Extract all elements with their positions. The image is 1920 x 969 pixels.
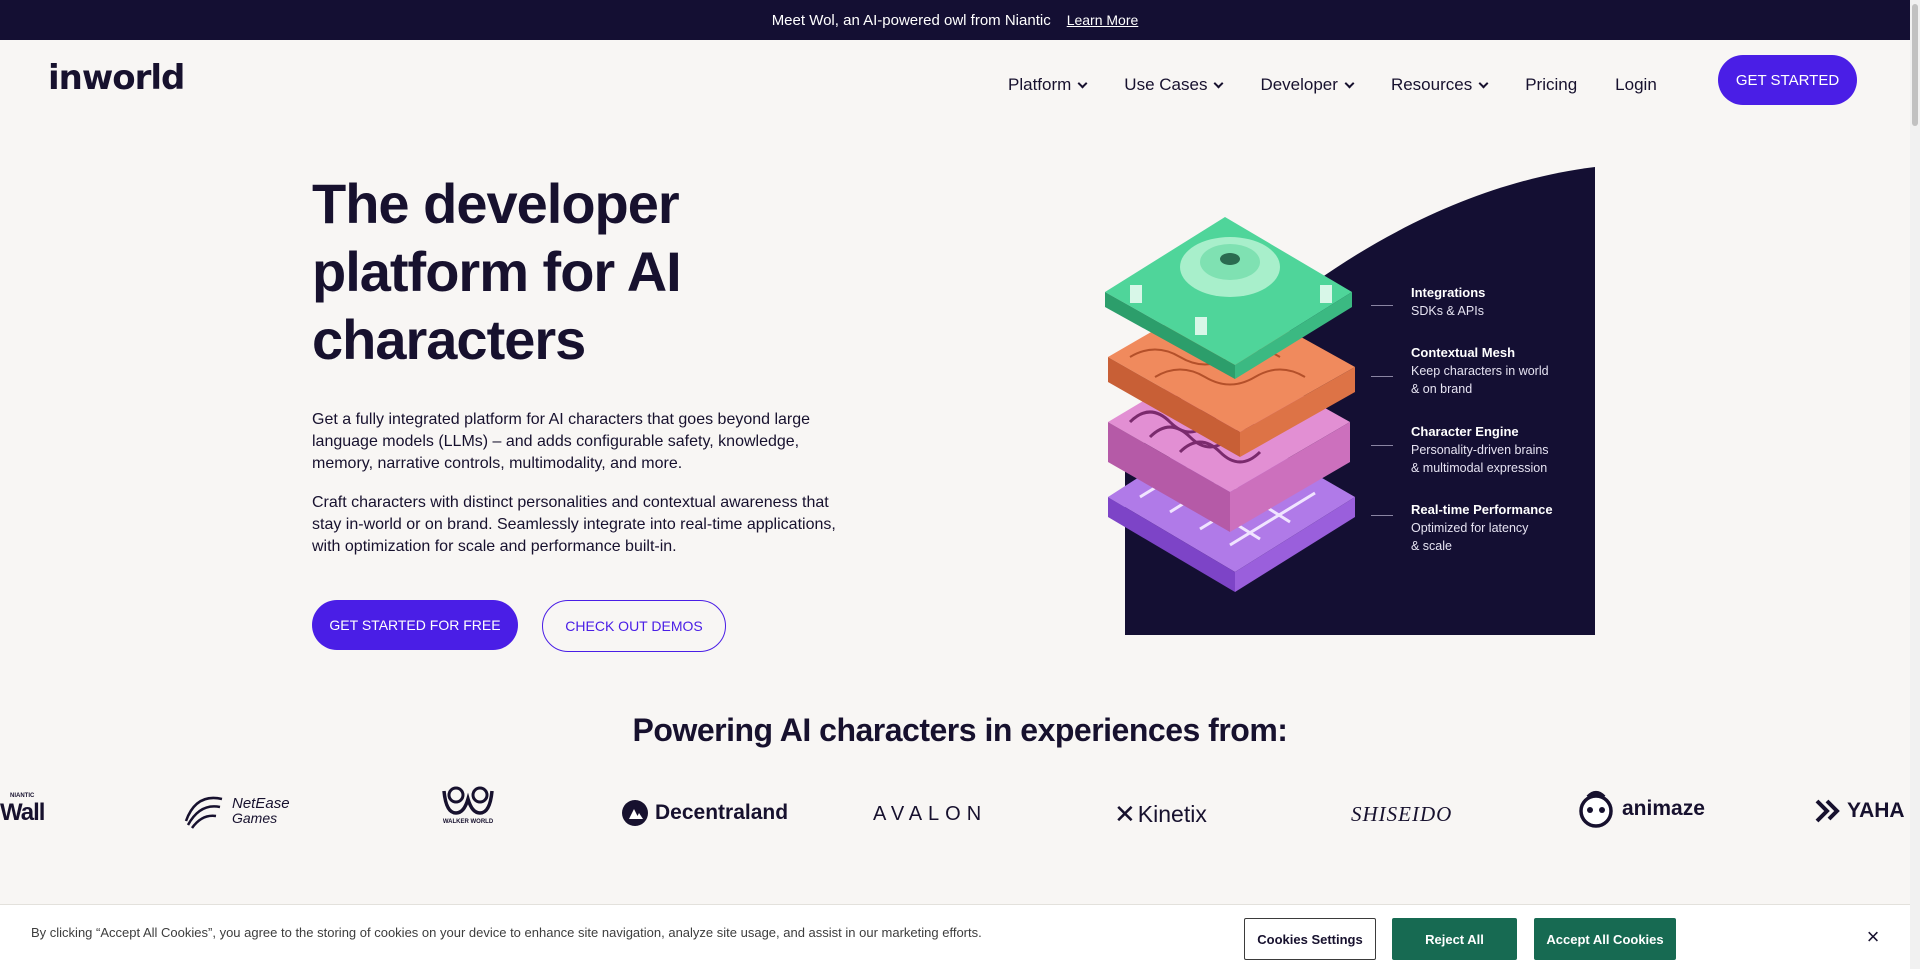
feature-connector [1371, 515, 1393, 516]
feature-realtime-performance: Real-time Performance Optimized for late… [1411, 501, 1553, 555]
reject-all-button[interactable]: Reject All [1392, 918, 1517, 960]
kinetix-x-icon: ✕ [1114, 799, 1136, 829]
netease-swirl-icon [184, 796, 223, 829]
announcement-bar: Meet Wol, an AI-powered owl from Niantic… [0, 0, 1910, 40]
netease-games-logo: NetEase Games [182, 791, 290, 831]
feature-connector [1371, 376, 1393, 377]
nav-pricing[interactable]: Pricing [1525, 75, 1577, 95]
shiseido-logo-text: SHISEIDO [1351, 802, 1453, 826]
page-scrollbar[interactable] [1910, 0, 1920, 969]
netease-logo-text: NetEase [232, 795, 290, 812]
feature-title: Character Engine [1411, 424, 1519, 439]
nav-use-cases-label: Use Cases [1124, 75, 1208, 94]
nav-resources[interactable]: Resources [1390, 75, 1489, 95]
cookie-banner: By clicking “Accept All Cookies”, you ag… [0, 904, 1910, 969]
scrollbar-thumb[interactable] [1912, 4, 1918, 126]
walker-world-icon [442, 786, 494, 815]
animaze-logo-text: animaze [1622, 797, 1705, 820]
feature-title: Contextual Mesh [1411, 345, 1516, 360]
get-started-button[interactable]: GET STARTED [1718, 55, 1857, 105]
nav-platform-label: Platform [1008, 75, 1072, 94]
decentraland-logo-text: Decentraland [655, 801, 789, 824]
feature-subtitle: Personality-driven brains [1411, 443, 1549, 457]
hero-title: The developer platform for AI characters [312, 170, 872, 374]
decentraland-icon [622, 800, 648, 826]
feature-title: Integrations [1411, 285, 1486, 300]
yaha-logo: YAHA [1815, 799, 1905, 823]
avalon-logo-text: AVALON [873, 803, 988, 825]
learn-more-link[interactable]: Learn More [1067, 12, 1139, 28]
hero-title-line: characters [312, 308, 586, 371]
yaha-icon [1815, 799, 1840, 823]
hero-title-line: The developer [312, 172, 680, 235]
feature-subtitle: Keep characters in world [1411, 364, 1549, 378]
feature-subtitle: & scale [1411, 539, 1452, 553]
hero-title-line: platform for AI [312, 240, 682, 303]
animaze-logo: animaze [1576, 789, 1705, 829]
nav-platform[interactable]: Platform [1008, 75, 1088, 95]
cookies-settings-button[interactable]: Cookies Settings [1244, 918, 1376, 960]
walker-world-logo: WALKER WORLD [440, 785, 496, 825]
get-started-free-button[interactable]: GET STARTED FOR FREE [312, 600, 518, 650]
cookie-consent-text: By clicking “Accept All Cookies”, you ag… [31, 925, 982, 940]
nav-login[interactable]: Login [1615, 75, 1657, 95]
feature-contextual-mesh: Contextual Mesh Keep characters in world… [1411, 344, 1549, 398]
netease-logo-sub: Games [232, 810, 278, 826]
chevron-down-icon [1344, 78, 1355, 88]
partners-heading: Powering AI characters in experiences fr… [632, 712, 1288, 748]
chevron-down-icon [1077, 78, 1088, 88]
yaha-logo-text: YAHA [1847, 799, 1905, 822]
accept-all-cookies-button[interactable]: Accept All Cookies [1534, 918, 1676, 960]
nav-resources-label: Resources [1390, 75, 1473, 94]
feature-subtitle: SDKs & APIs [1411, 304, 1484, 318]
feature-title: Real-time Performance [1411, 502, 1553, 517]
feature-character-engine: Character Engine Personality-driven brai… [1411, 423, 1549, 477]
chevron-down-icon [1478, 78, 1489, 88]
feature-connector [1371, 445, 1393, 446]
partner-logo-row: NIANTIC Wall NetEase Games WALKER WORLD … [0, 785, 1910, 837]
chevron-down-icon [1213, 78, 1224, 88]
decentraland-logo: Decentraland [621, 799, 788, 827]
feature-connector [1371, 305, 1393, 306]
close-icon[interactable]: × [1861, 924, 1885, 949]
wall-logo: NIANTIC Wall [0, 793, 45, 827]
inworld-logo[interactable]: inworld [48, 58, 185, 98]
main-nav: Platform Use Cases Developer Resources P… [1008, 60, 1695, 110]
hero-description-2: Craft characters with distinct personali… [312, 494, 836, 555]
animaze-mascot-icon [1579, 791, 1613, 828]
feature-subtitle: & on brand [1411, 382, 1473, 396]
feature-integrations: Integrations SDKs & APIs [1411, 284, 1485, 320]
avalon-logo: AVALON [873, 803, 987, 826]
kinetix-logo: ✕ Kinetix [1114, 799, 1207, 830]
check-out-demos-button[interactable]: CHECK OUT DEMOS [542, 600, 726, 652]
hero-description: Get a fully integrated platform for AI c… [312, 411, 811, 472]
feature-subtitle: Optimized for latency [1411, 521, 1529, 535]
kinetix-logo-text: Kinetix [1137, 801, 1207, 827]
announcement-text: Meet Wol, an AI-powered owl from Niantic [771, 11, 1051, 29]
site-header: inworld Platform Use Cases Developer Res… [0, 40, 1910, 120]
nav-developer[interactable]: Developer [1260, 75, 1355, 95]
wall-logo-text: Wall [0, 799, 45, 826]
platform-stack-illustration [1105, 167, 1595, 635]
nav-use-cases[interactable]: Use Cases [1124, 75, 1224, 95]
walker-world-logo-text: WALKER WORLD [442, 819, 494, 825]
shiseido-logo: SHISEIDO [1351, 802, 1452, 827]
feature-subtitle: & multimodal expression [1411, 461, 1548, 475]
nav-developer-label: Developer [1260, 75, 1338, 94]
